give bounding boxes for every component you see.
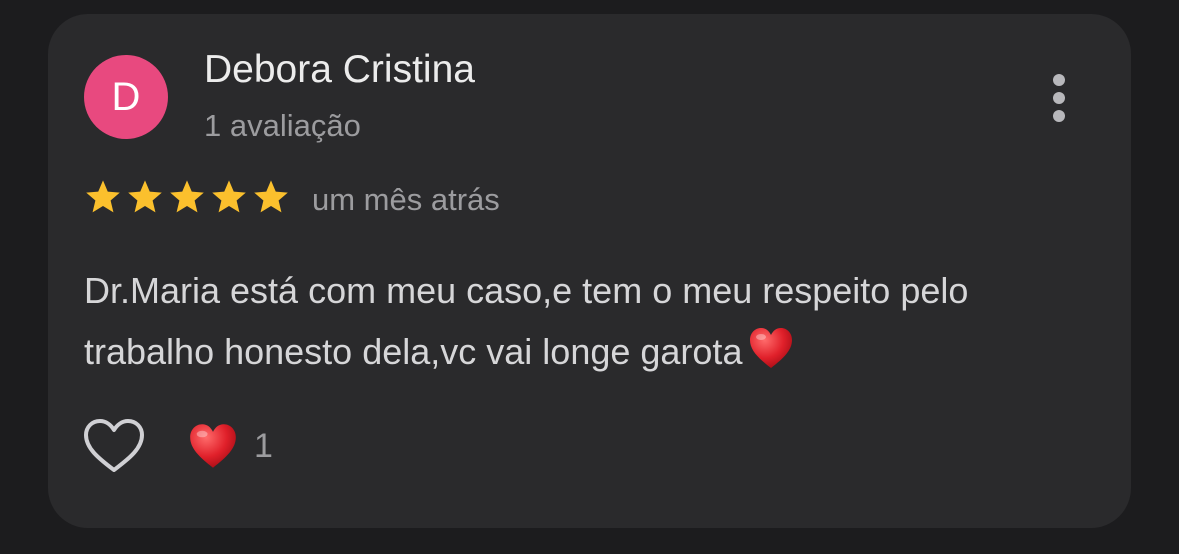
star-icon: [128, 180, 162, 213]
author-name[interactable]: Debora Cristina: [204, 48, 475, 92]
author-review-count: 1 avaliação: [204, 108, 361, 143]
more-vertical-icon: [1053, 74, 1065, 86]
review-text-content: Dr.Maria está com meu caso,e tem o meu r…: [84, 270, 969, 372]
red-heart-emoji: [190, 424, 236, 468]
review-date: um mês atrás: [312, 182, 500, 217]
more-options-button[interactable]: [1044, 70, 1074, 126]
star-icon: [170, 180, 204, 213]
avatar[interactable]: D: [84, 55, 168, 139]
star-icon: [212, 180, 246, 213]
red-heart-emoji: [748, 326, 794, 388]
star-rating: [84, 178, 290, 218]
star-icon: [86, 180, 120, 213]
star-icon: [254, 180, 288, 213]
reaction-count: 1: [254, 426, 273, 465]
like-button[interactable]: [82, 418, 146, 474]
review-text: Dr.Maria está com meu caso,e tem o meu r…: [84, 260, 1084, 388]
review-card: D Debora Cristina 1 avaliação um mês atr…: [48, 14, 1131, 528]
reaction-button[interactable]: 1: [188, 418, 273, 474]
heart-outline-icon: [84, 419, 144, 472]
